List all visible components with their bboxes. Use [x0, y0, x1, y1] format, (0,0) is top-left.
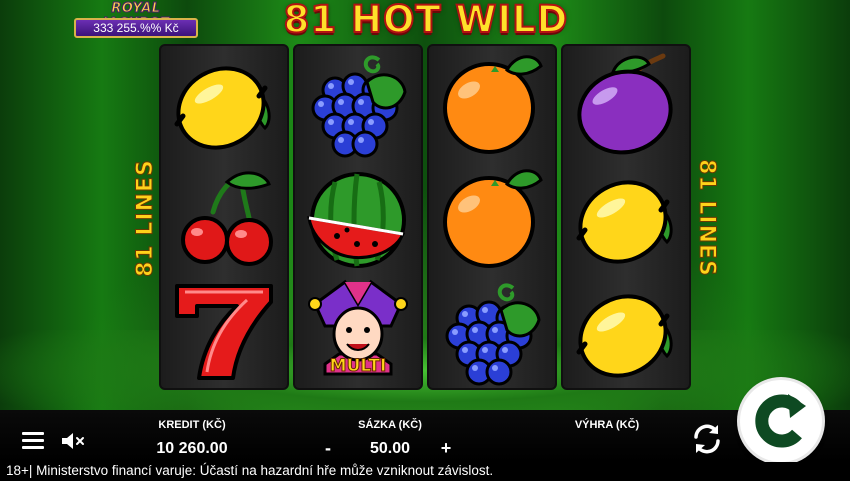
jackpot-amount: 333 255.%% Kč [74, 18, 198, 38]
hamburger-menu-icon[interactable] [22, 432, 44, 450]
lines-label-right: 81 LINES [694, 159, 720, 278]
game-stage: ROYAL JACKPOT 333 255.%% Kč 81 HOT WILD … [0, 0, 850, 481]
lemon-icon [576, 180, 673, 264]
symbol-grapes [429, 274, 555, 388]
lemon-icon [576, 294, 673, 378]
credit-label: KREDIT (KČ) [158, 419, 226, 431]
symbol-cherry [161, 160, 287, 274]
symbol-joker: MULTI [295, 274, 421, 388]
seven-icon [175, 284, 273, 380]
royal-jackpot-banner: ROYAL JACKPOT 333 255.%% Kč [74, 1, 198, 40]
reel-4 [561, 44, 691, 390]
symbol-orange [429, 46, 555, 160]
symbol-seven [161, 274, 287, 388]
cherry-icon [181, 171, 273, 266]
reels-area: MULTI [159, 44, 692, 390]
bottom-control-bar: KREDIT (KČ) 10 260.00 SÁZKA (KČ) - 50.00… [0, 410, 850, 462]
reel-3 [427, 44, 557, 390]
lemon-icon [174, 66, 271, 150]
symbol-lemon [161, 46, 287, 160]
reel-2: MULTI [293, 44, 423, 390]
orange-icon [443, 169, 543, 268]
plum-icon [577, 53, 673, 155]
grapes-icon [445, 283, 541, 386]
credit-value: 10 260.00 [156, 440, 228, 457]
win-label: VÝHRA (KČ) [574, 419, 640, 431]
game-title: 81 HOT WILD [283, 0, 569, 42]
gambling-disclaimer: 18+| Ministerstvo financí varuje: Účastí… [0, 462, 850, 481]
symbol-watermelon [295, 160, 421, 274]
symbol-lemon [563, 274, 689, 388]
lines-label-left: 81 LINES [133, 159, 159, 278]
orange-icon [443, 55, 543, 154]
bet-increase-button[interactable]: + [436, 438, 456, 460]
symbol-grapes [295, 46, 421, 160]
symbol-plum [563, 46, 689, 160]
symbol-lemon [563, 160, 689, 274]
spin-button[interactable] [740, 380, 822, 462]
bet-label: SÁZKA (KČ) [358, 419, 422, 431]
speaker-muted-icon[interactable] [60, 430, 88, 452]
watermelon-icon [307, 172, 406, 268]
autoplay-refresh-icon[interactable] [688, 420, 726, 458]
multi-label: MULTI [329, 356, 387, 377]
grapes-icon [311, 55, 407, 158]
bet-value: 50.00 [369, 440, 411, 457]
reel-1 [159, 44, 289, 390]
spin-arrow-icon [755, 394, 806, 448]
bet-decrease-button[interactable]: - [318, 438, 338, 460]
symbol-orange [429, 160, 555, 274]
